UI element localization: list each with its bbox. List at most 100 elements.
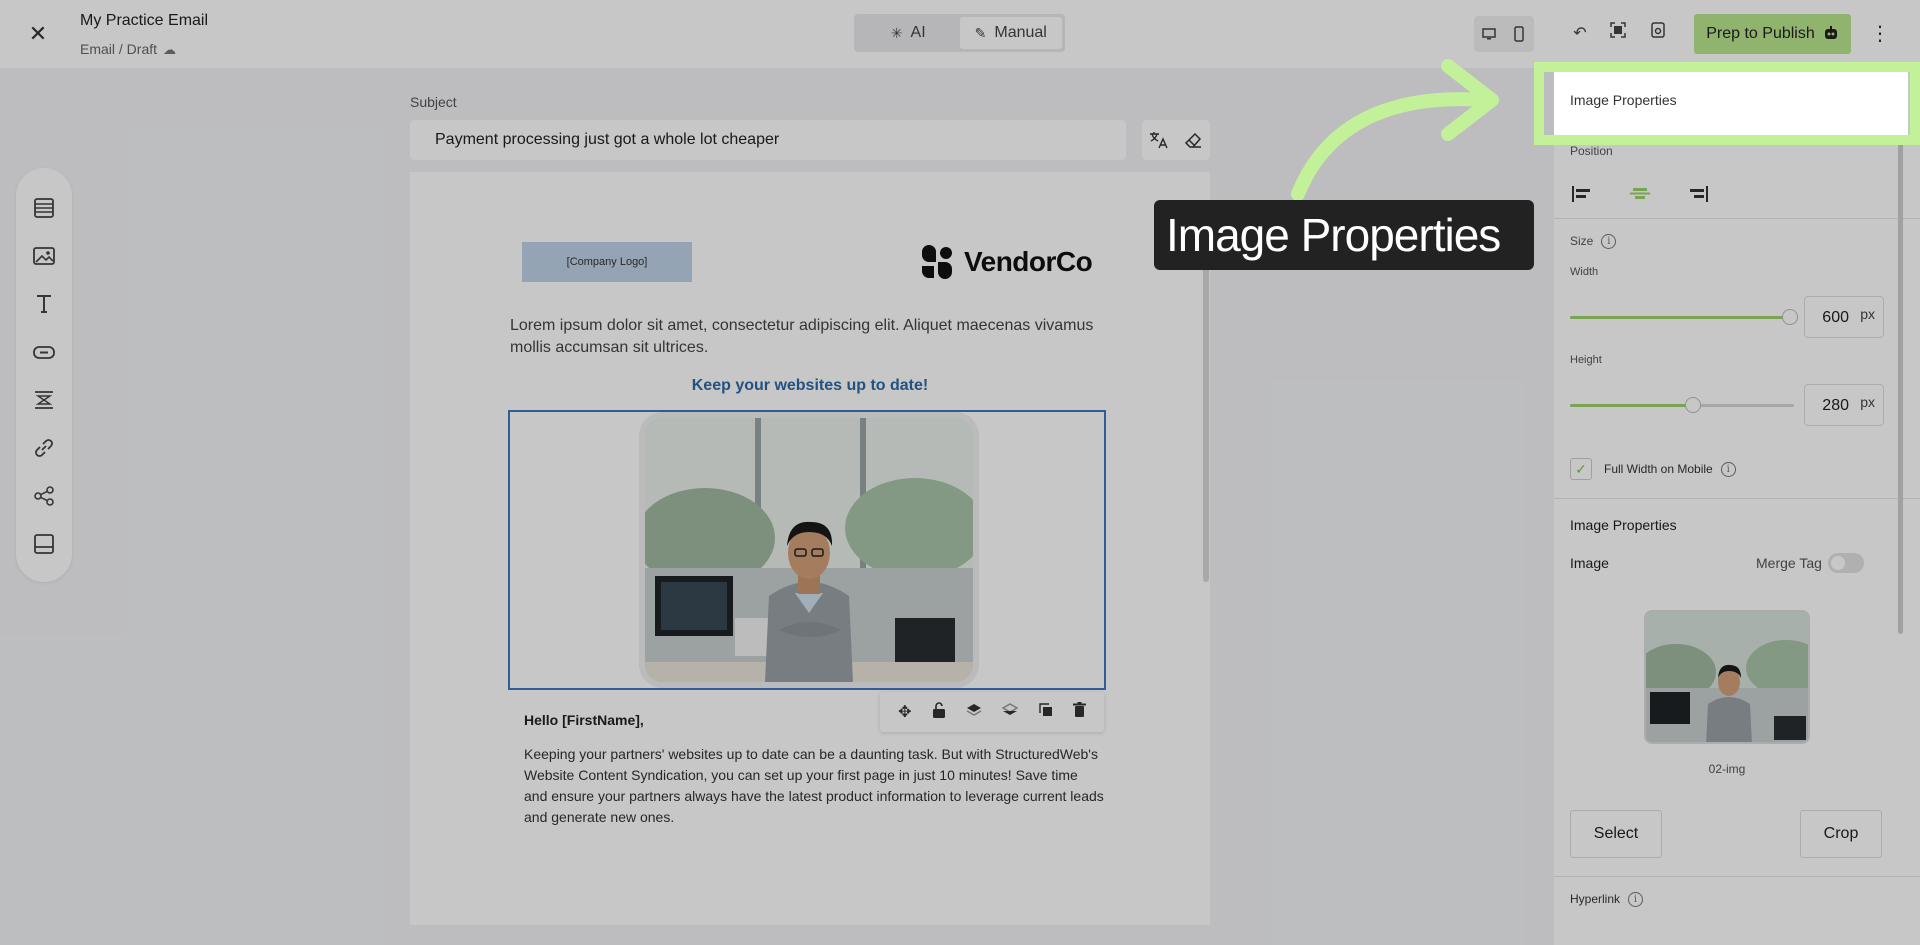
delete-icon[interactable]	[1072, 702, 1086, 722]
sparkle-icon: ✳	[890, 24, 903, 41]
document-title: My Practice Email	[80, 12, 209, 29]
subject-input[interactable]: Payment processing just got a whole lot …	[410, 120, 1126, 160]
align-center-icon[interactable]	[1626, 180, 1654, 208]
move-icon[interactable]: ✥	[898, 702, 911, 722]
brand-name: VendorCo	[964, 246, 1093, 277]
crop-image-button[interactable]: Crop	[1800, 810, 1882, 858]
unlock-icon[interactable]	[932, 701, 946, 723]
pencil-icon: ✎	[974, 24, 987, 41]
body-text[interactable]: Keeping your partners' websites up to da…	[524, 744, 1104, 828]
robot-icon	[1823, 25, 1839, 44]
align-right-icon[interactable]	[1684, 180, 1712, 208]
undo-icon[interactable]: ↶	[1568, 22, 1592, 46]
translate-icon[interactable]	[1142, 120, 1176, 160]
tutorial-highlight-frame	[1534, 62, 1920, 145]
headline-text[interactable]: Keep your websites up to date!	[410, 377, 1210, 395]
thumbnail-caption: 02-img	[1708, 762, 1746, 776]
info-icon[interactable]: i	[1720, 462, 1736, 478]
mode-manual-label: Manual	[994, 24, 1047, 41]
text-icon[interactable]	[30, 290, 58, 318]
divider	[1554, 498, 1920, 499]
width-slider[interactable]	[1570, 309, 1798, 325]
full-width-checkbox[interactable]: ✓	[1570, 458, 1592, 480]
size-label-text: Size	[1570, 234, 1594, 248]
full-width-label-text: Full Width on Mobile	[1604, 462, 1713, 476]
height-slider-handle[interactable]	[1685, 397, 1701, 413]
intro-text[interactable]: Lorem ipsum dolor sit amet, consectetur …	[510, 315, 1110, 359]
height-unit: px	[1860, 394, 1875, 410]
image-icon[interactable]	[30, 242, 58, 270]
rows-icon[interactable]	[30, 194, 58, 222]
divider	[1554, 218, 1920, 219]
align-left-icon[interactable]	[1568, 180, 1596, 208]
hyperlink-label: Hyperlink i	[1570, 892, 1644, 908]
more-options-icon[interactable]: ⋮	[1868, 20, 1892, 48]
tutorial-arrow-icon	[1291, 59, 1499, 201]
layer-down-icon[interactable]	[1001, 702, 1019, 722]
device-switch	[1474, 16, 1534, 52]
breadcrumb: Email / Draft ☁	[80, 41, 176, 58]
info-icon[interactable]: i	[1628, 892, 1644, 908]
properties-panel: Position Size i Width 600 px Height 280 p…	[1554, 68, 1920, 945]
info-icon[interactable]: i	[1601, 234, 1617, 250]
vendorco-logo-icon	[920, 244, 954, 280]
preview-icon[interactable]	[1646, 22, 1670, 46]
hero-photo	[645, 418, 973, 682]
fit-screen-icon[interactable]	[1606, 22, 1630, 46]
mode-ai-button[interactable]: ✳ AI	[857, 17, 960, 49]
desktop-icon[interactable]	[1474, 16, 1504, 52]
publish-label: Prep to Publish	[1706, 25, 1815, 42]
full-width-label: Full Width on Mobile i	[1604, 462, 1736, 478]
width-unit: px	[1860, 306, 1875, 322]
brand-logo[interactable]: VendorCo	[920, 242, 1093, 282]
height-input[interactable]: 280 px	[1804, 384, 1884, 426]
block-action-bar: ✥	[880, 692, 1104, 732]
width-input[interactable]: 600 px	[1804, 296, 1884, 338]
hyperlink-label-text: Hyperlink	[1570, 892, 1621, 906]
company-logo-placeholder[interactable]: [Company Logo]	[522, 242, 692, 282]
content-toolbox	[16, 168, 72, 582]
top-bar: ✕ My Practice Email Email / Draft ☁ ✳ AI …	[0, 0, 1920, 68]
subject-tools	[1142, 120, 1210, 160]
select-image-button[interactable]: Select	[1570, 810, 1662, 858]
height-slider[interactable]	[1570, 397, 1794, 413]
height-slider-fill	[1570, 404, 1693, 407]
canvas-scrollbar[interactable]	[1203, 220, 1209, 582]
share-icon[interactable]	[30, 482, 58, 510]
merge-tag-label: Merge Tag	[1756, 555, 1822, 571]
size-label: Size i	[1570, 234, 1617, 250]
breadcrumb-text: Email / Draft	[80, 41, 158, 57]
image-properties-heading: Image Properties	[1570, 517, 1677, 533]
mobile-icon[interactable]	[1504, 16, 1534, 52]
email-canvas: [Company Logo] VendorCo Lorem ipsum dolo…	[410, 172, 1210, 925]
subject-label: Subject	[410, 94, 457, 110]
mode-manual-button[interactable]: ✎ Manual	[959, 17, 1062, 49]
divider	[1554, 876, 1920, 877]
link-icon[interactable]	[30, 434, 58, 462]
width-slider-handle[interactable]	[1782, 309, 1798, 325]
tutorial-tooltip: Image Properties	[1154, 200, 1534, 270]
position-label: Position	[1570, 144, 1613, 158]
eraser-icon[interactable]	[1176, 120, 1210, 160]
cloud-sync-icon: ☁	[163, 42, 177, 57]
width-value: 600	[1822, 309, 1849, 326]
width-slider-fill	[1570, 316, 1790, 319]
close-icon[interactable]: ✕	[26, 22, 50, 46]
mode-ai-label: AI	[910, 24, 926, 41]
spacer-icon[interactable]	[30, 386, 58, 414]
image-label: Image	[1570, 555, 1609, 571]
prep-to-publish-button[interactable]: Prep to Publish	[1694, 14, 1851, 54]
height-label: Height	[1570, 354, 1602, 366]
height-value: 280	[1822, 397, 1849, 414]
width-label: Width	[1570, 266, 1599, 278]
duplicate-icon[interactable]	[1038, 702, 1053, 722]
button-icon[interactable]	[30, 338, 58, 366]
layer-up-icon[interactable]	[966, 703, 982, 722]
mode-switch: ✳ AI ✎ Manual	[854, 14, 1065, 52]
footer-icon[interactable]	[30, 530, 58, 558]
panel-scrollbar[interactable]	[1898, 128, 1903, 634]
image-thumbnail[interactable]	[1644, 610, 1810, 744]
greeting-text[interactable]: Hello [FirstName],	[524, 712, 644, 728]
selected-image-block[interactable]	[508, 410, 1106, 690]
merge-tag-toggle[interactable]	[1828, 553, 1864, 573]
